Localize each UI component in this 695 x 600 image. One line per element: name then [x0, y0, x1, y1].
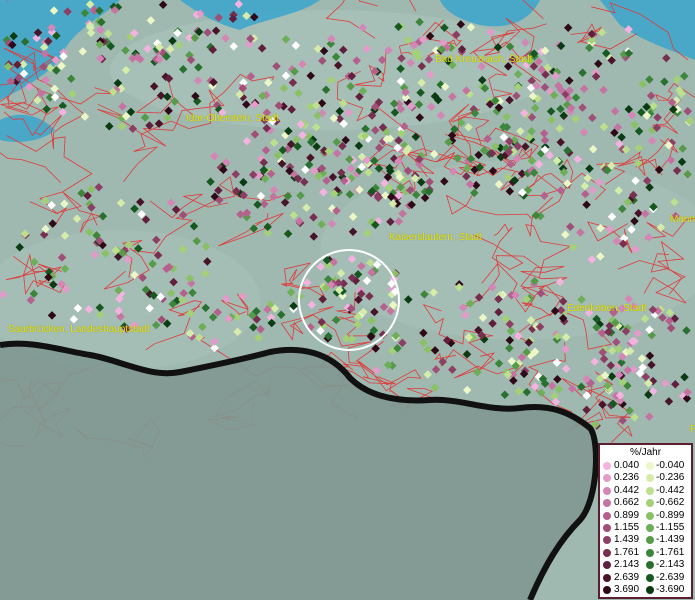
city-label-edenkoben: Edenkoben, Stadt	[567, 303, 647, 314]
legend-swatch-positive	[603, 586, 611, 594]
map-canvas[interactable]	[0, 0, 695, 600]
legend-value-positive: 0.662	[614, 497, 640, 509]
legend-swatch-positive	[603, 474, 611, 483]
legend-value-positive: 0.040	[614, 460, 640, 471]
legend-row: 2.143 -2.143	[600, 559, 691, 571]
legend-swatch-negative	[646, 586, 654, 594]
legend-value-negative: -2.143	[656, 559, 685, 571]
legend-row: 2.639 -2.639	[600, 572, 691, 584]
city-label-idar-oberstein: Idar-Oberstein, Stadt	[186, 113, 279, 124]
legend-value-positive: 1.761	[614, 546, 640, 558]
legend-swatch-negative	[646, 462, 654, 470]
legend-value-negative: -1.761	[656, 546, 685, 558]
legend-value-positive: 3.690	[614, 584, 640, 595]
legend-value-positive: 2.143	[614, 559, 640, 571]
legend-value-positive: 0.899	[614, 509, 640, 521]
city-label-kaiserslautern: Kaiserslautern, Stadt	[389, 232, 482, 243]
legend-value-positive: 2.639	[614, 571, 640, 583]
legend-value-negative: -1.155	[656, 522, 685, 533]
legend-value-negative: -0.236	[656, 472, 685, 484]
legend-value-positive: 1.155	[614, 522, 640, 533]
legend-swatch-positive	[603, 573, 611, 582]
city-label-mann: Mann	[670, 214, 695, 225]
legend-swatch-negative	[646, 524, 654, 532]
legend-value-negative: -1.439	[656, 534, 685, 546]
legend-row: 0.236 -0.236	[600, 472, 691, 484]
legend-row: 1.761 -1.761	[600, 547, 691, 559]
legend-swatch-negative	[646, 561, 654, 570]
legend-row: 1.439 -1.439	[600, 534, 691, 546]
legend-swatch-positive	[603, 486, 611, 495]
legend-row: 0.899 -0.899	[600, 510, 691, 522]
legend-row: 3.690 -3.690	[600, 584, 691, 596]
legend-swatch-negative	[646, 573, 654, 582]
legend-row: 0.662 -0.662	[600, 497, 691, 509]
legend-swatch-positive	[603, 462, 611, 470]
legend-swatch-negative	[646, 511, 654, 520]
legend-swatch-negative	[646, 499, 654, 508]
legend-value-positive: 0.236	[614, 472, 640, 484]
legend-swatch-positive	[603, 499, 611, 508]
legend-swatch-positive	[603, 524, 611, 532]
legend-value-positive: 1.439	[614, 534, 640, 546]
legend-swatch-negative	[646, 548, 654, 557]
legend-swatch-positive	[603, 561, 611, 570]
legend-swatch-positive	[603, 511, 611, 520]
city-label-f: F	[690, 424, 695, 435]
legend-row: 0.442 -0.442	[600, 485, 691, 497]
legend-swatch-negative	[646, 474, 654, 483]
legend-value-negative: -0.662	[656, 497, 685, 509]
legend-row: 1.155 -1.155	[600, 522, 691, 534]
city-label-bad-kreuznach: Bad Kreuznach, Stadt	[435, 54, 533, 65]
legend-swatch-positive	[603, 548, 611, 557]
legend-swatch-positive	[603, 536, 611, 545]
legend-swatch-negative	[646, 536, 654, 545]
legend-value-negative: -0.899	[656, 509, 685, 521]
legend-value-positive: 0.442	[614, 484, 640, 496]
legend-row: 0.040 -0.040	[600, 460, 691, 472]
legend-swatch-negative	[646, 486, 654, 495]
legend-value-negative: -0.040	[656, 460, 685, 471]
city-label-saarbruecken: Saarbrücken, Landeshauptstadt	[8, 324, 150, 335]
legend-value-negative: -2.639	[656, 571, 685, 583]
legend-title: %/Jahr	[629, 447, 662, 458]
legend-value-negative: -0.442	[656, 484, 685, 496]
legend: %/Jahr 0.040 -0.040 0.236 -0.236 0.442 -0.442…	[598, 443, 693, 599]
legend-value-negative: -3.690	[656, 584, 685, 595]
